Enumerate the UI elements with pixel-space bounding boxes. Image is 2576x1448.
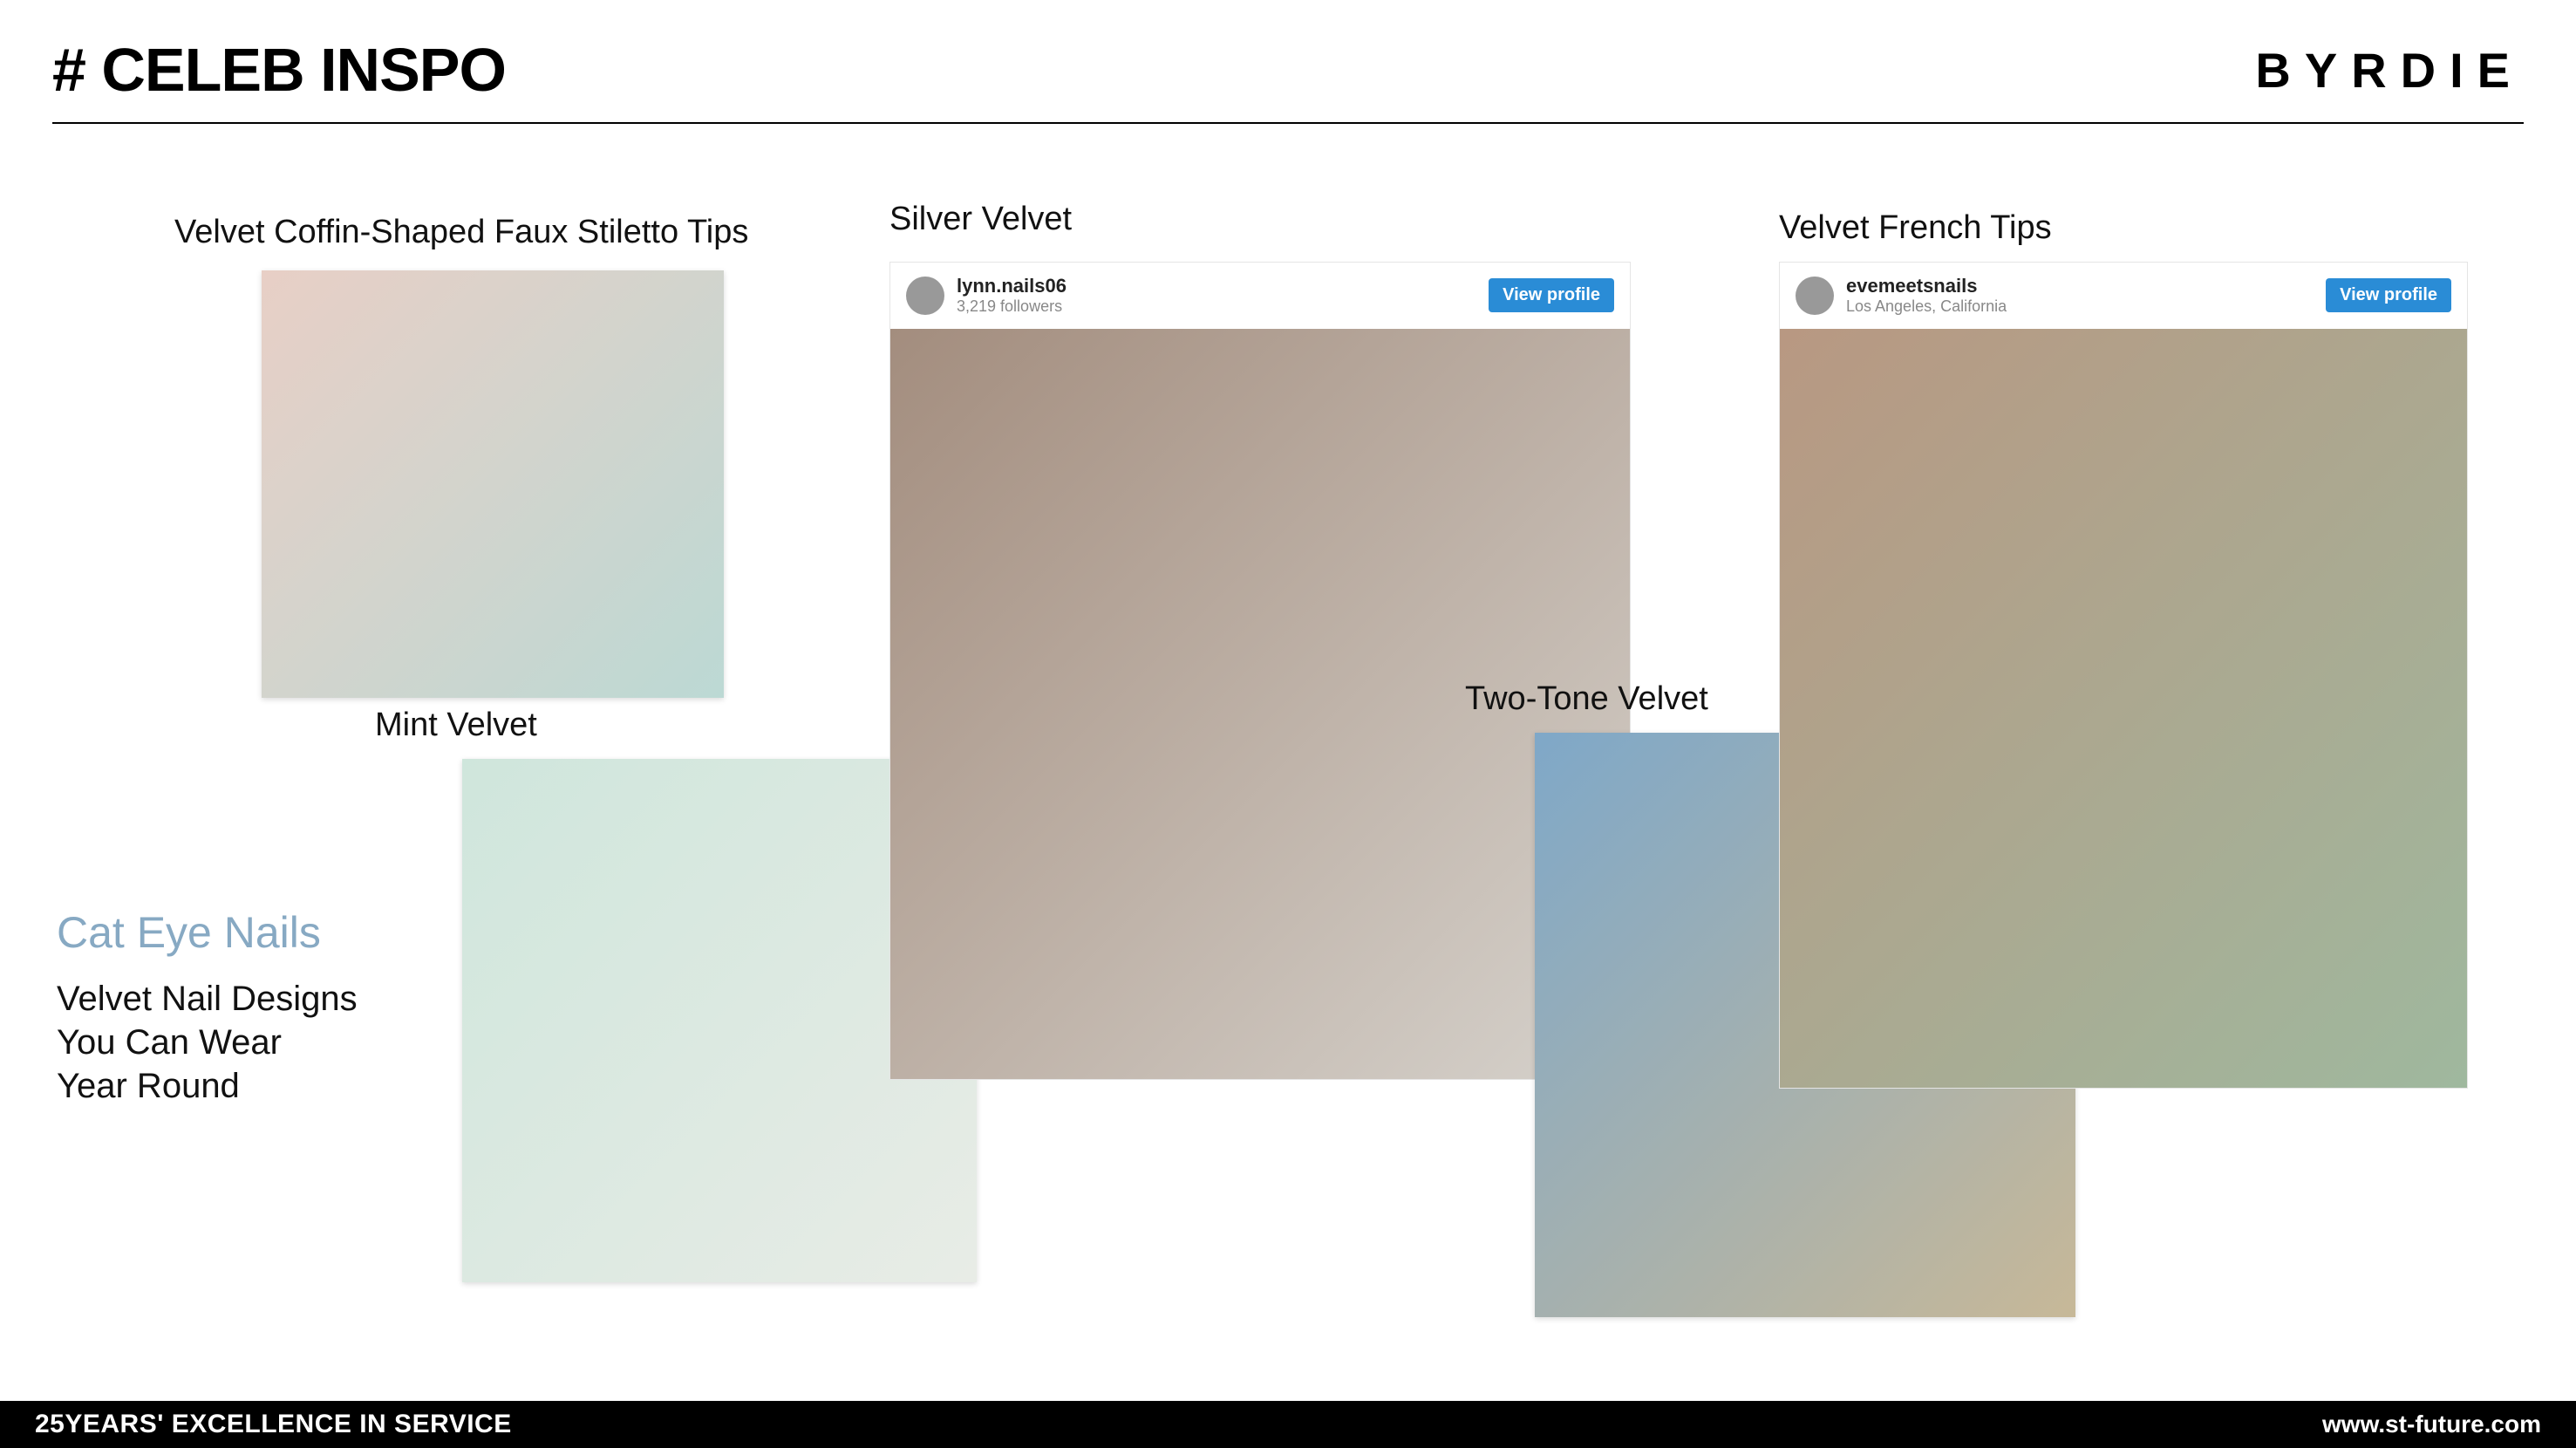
- image-coffin-nails: [262, 270, 724, 698]
- caption-french: Velvet French Tips: [1779, 209, 2052, 247]
- ig-location: Los Angeles, California: [1846, 297, 2314, 317]
- caption-twotone: Two-Tone Velvet: [1465, 680, 1708, 718]
- ig-followers: 3,219 followers: [957, 297, 1476, 317]
- header: # CELEB INSPO BYRDIE: [52, 35, 2524, 124]
- caption-mint: Mint Velvet: [375, 707, 537, 744]
- ig-header: evemeetsnails Los Angeles, California Vi…: [1780, 263, 2467, 329]
- ig-username[interactable]: lynn.nails06: [957, 275, 1476, 297]
- brand-logo: BYRDIE: [2255, 42, 2524, 99]
- caption-coffin: Velvet Coffin-Shaped Faux Stiletto Tips: [174, 214, 748, 251]
- image-french-nails: [1780, 329, 2467, 1088]
- ig-header: lynn.nails06 3,219 followers View profil…: [890, 263, 1630, 329]
- ig-meta: lynn.nails06 3,219 followers: [957, 275, 1476, 317]
- view-profile-button[interactable]: View profile: [1489, 278, 1614, 312]
- footer: 25YEARS' EXCELLENCE IN SERVICE www.st-fu…: [0, 1401, 2576, 1448]
- ig-card-silver: lynn.nails06 3,219 followers View profil…: [889, 262, 1631, 1080]
- side-title: Cat Eye Nails: [57, 907, 321, 958]
- side-subtitle: Velvet Nail Designs You Can Wear Year Ro…: [57, 977, 358, 1108]
- canvas: Velvet Coffin-Shaped Faux Stiletto Tips …: [0, 148, 2576, 1396]
- avatar-icon: [1796, 277, 1834, 315]
- ig-username[interactable]: evemeetsnails: [1846, 275, 2314, 297]
- ig-card-french: evemeetsnails Los Angeles, California Vi…: [1779, 262, 2468, 1089]
- avatar-icon: [906, 277, 944, 315]
- ig-meta: evemeetsnails Los Angeles, California: [1846, 275, 2314, 317]
- page-title: # CELEB INSPO: [52, 35, 506, 105]
- caption-silver: Silver Velvet: [889, 201, 1072, 238]
- view-profile-button[interactable]: View profile: [2326, 278, 2451, 312]
- footer-tagline: 25YEARS' EXCELLENCE IN SERVICE: [35, 1410, 512, 1439]
- footer-url[interactable]: www.st-future.com: [2322, 1410, 2541, 1438]
